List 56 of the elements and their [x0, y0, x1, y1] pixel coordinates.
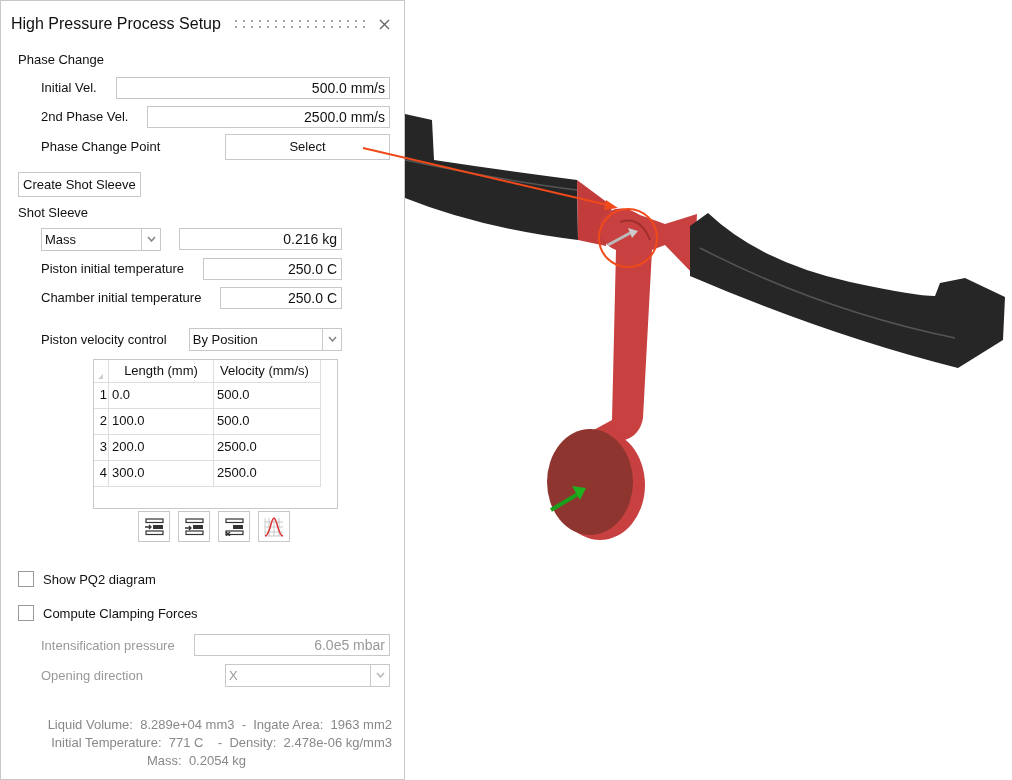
field-label: Opening direction — [41, 667, 143, 683]
corner-icon — [98, 374, 103, 379]
input-field[interactable]: 500.0 mm/s — [115, 76, 390, 99]
field-label: Piston initial temperature — [41, 261, 185, 276]
row-number: 3 — [94, 435, 109, 460]
input-field[interactable]: 250.0 C — [203, 257, 342, 280]
row-number: 4 — [94, 461, 109, 486]
summary-text: Initial Temperature: 771 C - Density: 2.478e-06 kg/mm3 — [50, 734, 392, 752]
table-cell[interactable]: 0.0 — [109, 383, 214, 408]
field-label: Piston velocity control — [41, 331, 167, 347]
caret-icon — [327, 336, 337, 342]
append-row-button[interactable] — [178, 511, 210, 542]
summary-text: Mass: 0.2054 kg — [146, 752, 247, 770]
row-number: 2 — [94, 409, 109, 434]
window-title: High Pressure Process Setup — [11, 15, 221, 33]
rows-icon — [143, 517, 165, 536]
checkbox[interactable] — [18, 605, 34, 621]
column-header: Velocity (mm/s) — [214, 360, 321, 382]
field-label: 2nd Phase Vel. — [41, 109, 129, 124]
mode-dropdown[interactable]: Mass — [41, 227, 161, 251]
velocity-control-dropdown[interactable]: By Position — [188, 327, 342, 351]
input-field[interactable]: 0.216 kg — [179, 228, 342, 250]
select-button[interactable]: Select — [225, 133, 390, 160]
summary-text: Liquid Volume: 8.289e+04 mm3 - Ingate Area: 1963 mm2 — [46, 716, 392, 734]
drag-handle-icon[interactable] — [235, 19, 365, 29]
caret-icon — [375, 672, 385, 678]
create-shot-sleeve-button[interactable]: Create Shot Sleeve — [18, 171, 141, 197]
rows-icon — [223, 517, 245, 536]
field-label: Phase Change Point — [41, 139, 161, 154]
field-label: Intensification pressure — [41, 637, 175, 653]
close-icon — [379, 18, 390, 30]
caret-icon — [146, 236, 156, 242]
table-cell[interactable]: 100.0 — [109, 409, 214, 434]
table-cell[interactable]: 300.0 — [109, 461, 214, 486]
row-number: 1 — [94, 383, 109, 408]
bell-curve-chart-icon — [263, 515, 285, 538]
input-field[interactable]: 2500.0 mm/s — [147, 105, 390, 128]
field-label: Initial Vel. — [41, 80, 97, 95]
checkbox-label[interactable]: Show PQ2 diagram — [43, 571, 156, 587]
table-cell[interactable]: 500.0 — [214, 383, 321, 408]
table-cell[interactable]: 2500.0 — [214, 461, 321, 486]
checkbox-label[interactable]: Compute Clamping Forces — [43, 605, 198, 621]
table-cell[interactable]: 500.0 — [214, 409, 321, 434]
table-cell[interactable]: 200.0 — [109, 435, 214, 460]
input-field[interactable]: 250.0 C — [220, 286, 342, 309]
table-cell[interactable]: 2500.0 — [214, 435, 321, 460]
delete-row-button[interactable] — [218, 511, 250, 542]
checkbox[interactable] — [18, 571, 34, 587]
highlight-circle — [598, 208, 658, 268]
field-label: Chamber initial temperature — [41, 290, 202, 305]
section-heading: Phase Change — [18, 51, 105, 69]
column-header: Length (mm) — [109, 360, 214, 382]
rows-icon — [183, 517, 205, 536]
insert-row-button[interactable] — [138, 511, 170, 542]
section-heading: Shot Sleeve — [18, 204, 90, 222]
curve-chart-button[interactable] — [258, 511, 290, 542]
